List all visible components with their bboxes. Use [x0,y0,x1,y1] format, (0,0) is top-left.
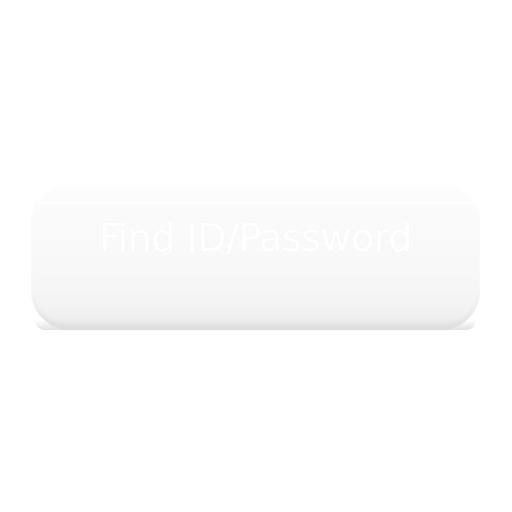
find-id-password-button[interactable]: Find ID/Password [31,180,480,330]
screen: Find ID/Password [0,0,512,512]
find-id-password-label: Find ID/Password [99,216,412,260]
